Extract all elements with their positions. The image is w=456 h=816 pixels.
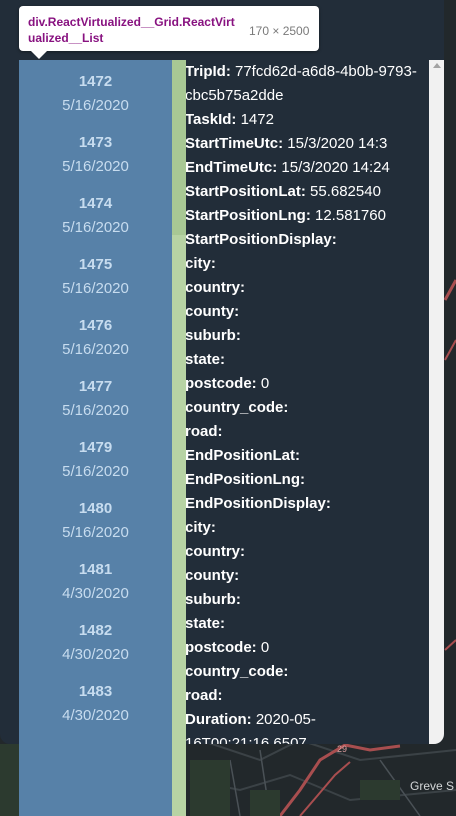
detail-trip-id: TripId: 77fcd62d-a6d8-4b0b-9793-cbc5b75a… bbox=[185, 63, 417, 104]
list-item-id: 1472 bbox=[78, 73, 113, 90]
detail-start-state: state: bbox=[185, 351, 226, 368]
list-item[interactable]: 1475 5/16/2020 bbox=[19, 243, 172, 304]
list-item-id: 1482 bbox=[78, 622, 113, 639]
list-item-date: 5/16/2020 bbox=[62, 524, 129, 541]
list-item[interactable]: 1479 5/16/2020 bbox=[19, 426, 172, 487]
trip-list[interactable]: 1472 5/16/2020 1473 5/16/2020 1474 5/16/… bbox=[19, 60, 172, 816]
inspector-selector: div.ReactVirtualized__Grid.ReactVirtuali… bbox=[28, 15, 235, 45]
road-number-label: 29 bbox=[337, 744, 348, 754]
detail-duration: Duration: 2020-05-16T00:21:16.6507 bbox=[185, 711, 316, 744]
list-scroll-thumb[interactable] bbox=[172, 60, 186, 235]
list-item[interactable]: 1483 4/30/2020 bbox=[19, 670, 172, 731]
detail-end-suburb: suburb: bbox=[185, 591, 241, 608]
list-item[interactable]: 1476 5/16/2020 bbox=[19, 304, 172, 365]
detail-start-lat: StartPositionLat: 55.682540 bbox=[185, 183, 381, 200]
detail-start-lng: StartPositionLng: 12.581760 bbox=[185, 207, 386, 224]
detail-start-display: StartPositionDisplay: bbox=[185, 231, 337, 248]
detail-start-suburb: suburb: bbox=[185, 327, 241, 344]
detail-end-country-code: country_code: bbox=[185, 663, 289, 680]
list-item-date: 5/16/2020 bbox=[62, 97, 129, 114]
list-item-date: 4/30/2020 bbox=[62, 585, 129, 602]
detail-end-country: country: bbox=[185, 543, 245, 560]
inspector-dimensions: 170 × 2500 bbox=[249, 24, 310, 38]
list-item[interactable]: 1474 5/16/2020 bbox=[19, 182, 172, 243]
list-item[interactable]: 1472 5/16/2020 bbox=[19, 60, 172, 121]
detail-end-city: city: bbox=[185, 519, 216, 536]
detail-start-road: road: bbox=[185, 423, 223, 440]
detail-start-postcode: postcode: 0 bbox=[185, 375, 270, 392]
list-item-date: 4/30/2020 bbox=[62, 646, 129, 663]
list-item-date: 5/16/2020 bbox=[62, 158, 129, 175]
list-item-date: 5/16/2020 bbox=[62, 463, 129, 480]
detail-start-country: country: bbox=[185, 279, 245, 296]
list-item-date: 5/16/2020 bbox=[62, 219, 129, 236]
list-item-date: 5/16/2020 bbox=[62, 280, 129, 297]
detail-task-id: TaskId: 1472 bbox=[185, 111, 274, 128]
list-item[interactable]: 1481 4/30/2020 bbox=[19, 548, 172, 609]
list-item[interactable]: 1482 4/30/2020 bbox=[19, 609, 172, 670]
detail-end-display: EndPositionDisplay: bbox=[185, 495, 331, 512]
list-item-id: 1483 bbox=[78, 683, 113, 700]
scroll-up-arrow-icon[interactable] bbox=[433, 63, 441, 68]
detail-end-lng: EndPositionLng: bbox=[185, 471, 305, 488]
list-item-id: 1479 bbox=[78, 439, 113, 456]
list-item[interactable]: 1473 5/16/2020 bbox=[19, 121, 172, 182]
detail-end-postcode: postcode: 0 bbox=[185, 639, 270, 656]
list-item-id: 1477 bbox=[78, 378, 113, 395]
list-item-id: 1476 bbox=[78, 317, 113, 334]
list-item-date: 4/30/2020 bbox=[62, 707, 129, 724]
detail-end-lat: EndPositionLat: bbox=[185, 447, 300, 464]
details-scrollbar[interactable] bbox=[429, 60, 444, 744]
detail-end-time: EndTimeUtc: 15/3/2020 14:24 bbox=[185, 159, 390, 176]
list-item-id: 1481 bbox=[78, 561, 113, 578]
list-item-id: 1475 bbox=[78, 256, 113, 273]
trip-details: TripId: 77fcd62d-a6d8-4b0b-9793-cbc5b75a… bbox=[185, 60, 429, 744]
list-item[interactable]: 1477 5/16/2020 bbox=[19, 365, 172, 426]
list-item[interactable]: 1480 5/16/2020 bbox=[19, 487, 172, 548]
list-item-date: 5/16/2020 bbox=[62, 341, 129, 358]
list-item-id: 1474 bbox=[78, 195, 113, 212]
detail-start-time: StartTimeUtc: 15/3/2020 14:3 bbox=[185, 135, 388, 152]
inspector-tooltip: div.ReactVirtualized__Grid.ReactVirtuali… bbox=[19, 6, 319, 59]
detail-start-county: county: bbox=[185, 303, 240, 320]
detail-end-state: state: bbox=[185, 615, 226, 632]
detail-end-road: road: bbox=[185, 687, 223, 704]
list-item-id: 1473 bbox=[78, 134, 113, 151]
detail-start-city: city: bbox=[185, 255, 216, 272]
list-item-id: 1480 bbox=[78, 500, 113, 517]
place-label: Greve S bbox=[410, 779, 455, 793]
list-item-date: 5/16/2020 bbox=[62, 402, 129, 419]
detail-start-country-code: country_code: bbox=[185, 399, 289, 416]
detail-end-county: county: bbox=[185, 567, 240, 584]
